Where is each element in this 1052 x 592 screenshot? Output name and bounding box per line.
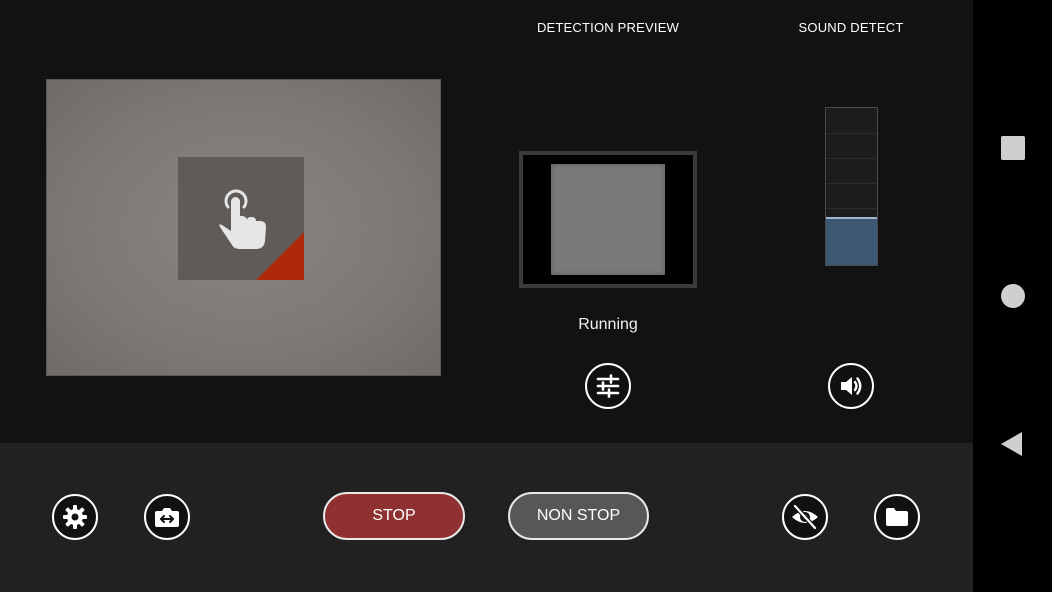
open-folder-button[interactable] [874,494,920,540]
hide-preview-button[interactable] [782,494,828,540]
square-icon [1001,136,1025,160]
detection-preview-image [551,164,665,275]
back-button[interactable] [998,430,1026,463]
meter-grid-line [826,183,877,184]
sound-settings-button[interactable] [828,363,874,409]
touch-corner-marker [256,232,304,280]
back-triangle-icon [1001,432,1022,456]
non-stop-button[interactable]: NON STOP [508,492,649,540]
sound-level-meter [825,107,878,266]
home-button[interactable] [1000,283,1026,314]
stop-button[interactable]: STOP [323,492,465,540]
sound-level-fill [826,217,877,265]
circle-icon [1001,284,1025,308]
system-navigation-bar [973,0,1052,592]
meter-grid-line [826,158,877,159]
status-text: Running [578,316,638,333]
recents-button[interactable] [1000,135,1026,166]
folder-icon [886,508,908,526]
meter-grid-line [826,208,877,209]
camera-preview[interactable] [46,79,441,376]
eye-off-icon [792,503,818,531]
detection-preview-frame [519,151,697,288]
sliders-icon [596,374,620,398]
app-root: DETECTION PREVIEW SOUND DETECT Running S… [0,0,973,592]
speaker-icon [841,377,862,395]
gear-icon [63,505,87,529]
detection-settings-button[interactable] [585,363,631,409]
sound-detect-title: SOUND DETECT [798,20,904,35]
touch-area-button[interactable] [178,157,304,280]
switch-camera-icon [155,508,179,527]
meter-grid-line [826,133,877,134]
settings-button[interactable] [52,494,98,540]
bottom-control-bar: STOP NON STOP [0,443,973,592]
detection-preview-title: DETECTION PREVIEW [536,20,680,35]
preview-area: DETECTION PREVIEW SOUND DETECT Running [0,0,973,443]
switch-camera-button[interactable] [144,494,190,540]
